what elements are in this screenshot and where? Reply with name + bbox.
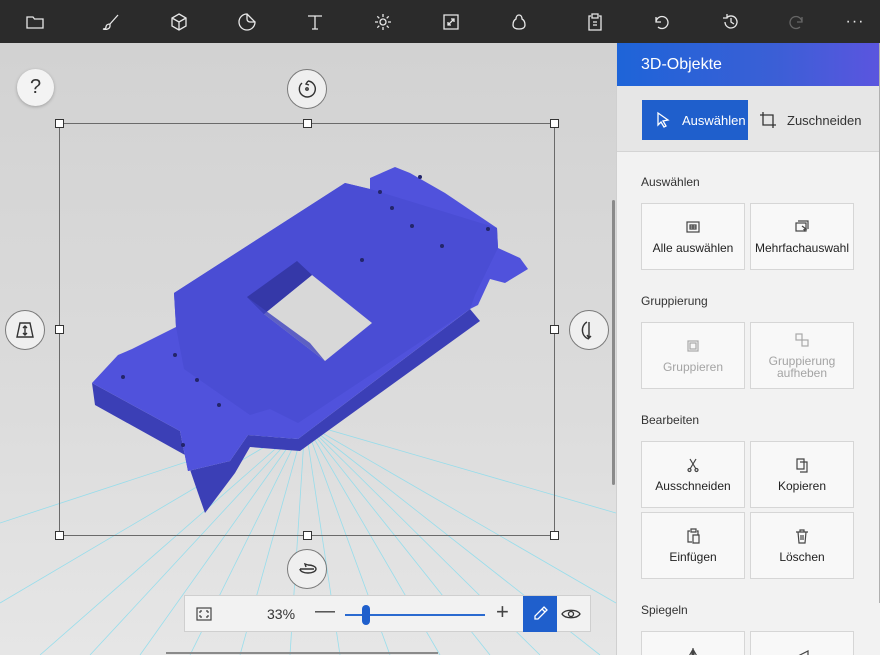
depth-icon [16,322,34,338]
resize-handle-bottom-right[interactable] [550,531,559,540]
fit-to-screen-icon[interactable] [195,605,213,623]
zoom-in-button[interactable]: + [496,599,509,625]
multi-select-icon [795,220,809,232]
section-group-label: Gruppierung [641,294,708,308]
panel-title: 3D-Objekte [617,43,880,86]
trash-icon [796,529,808,544]
crop-mode-button[interactable]: Zuschneiden [757,100,877,140]
rotate-z-handle[interactable] [287,69,327,109]
select-all-button[interactable]: Alle auswählen [641,203,745,270]
right-panel: 3D-Objekte Auswählen Zuschneiden Auswähl… [616,43,880,655]
history-icon[interactable] [709,0,753,43]
section-mirror-label: Spiegeln [641,603,688,617]
mirror-horizontal-icon [689,648,697,655]
sticker-icon[interactable] [225,0,269,43]
view-eye-icon[interactable] [561,605,581,623]
paste-icon[interactable] [573,0,617,43]
more-options-button[interactable]: ··· [833,0,877,43]
resize-handle-right[interactable] [550,325,559,334]
mirror-vertical-button[interactable] [750,631,854,655]
selection-box[interactable] [59,123,555,536]
paste-button[interactable]: Einfügen [641,512,745,579]
resize-handle-bottom-left[interactable] [55,531,64,540]
crop-mode-label: Zuschneiden [787,112,862,128]
rotate-icon [298,80,317,98]
group-icon [687,340,699,352]
resize-handle-top-right[interactable] [550,119,559,128]
redo-icon[interactable] [775,0,819,43]
scissors-icon [687,458,699,473]
cube-icon[interactable] [157,0,201,43]
pen-toggle-button[interactable] [523,596,557,632]
pen-icon [534,606,548,620]
brush-icon[interactable] [89,0,133,43]
folder-icon[interactable] [13,0,57,43]
vertical-scrollbar[interactable] [612,200,615,485]
delete-label: Löschen [779,550,825,564]
top-toolbar: ··· [0,0,880,43]
select-mode-button[interactable]: Auswählen [642,100,748,140]
zoom-percent: 33% [267,606,296,622]
paste-icon [687,528,700,544]
zoom-slider-thumb[interactable] [362,605,370,625]
canvas-icon[interactable] [429,0,473,43]
paste-label: Einfügen [669,550,717,564]
mirror-horizontal-button[interactable] [641,631,745,655]
zoom-bar: 33% — + [184,595,591,632]
resize-handle-top[interactable] [303,119,312,128]
ungroup-icon [795,333,809,347]
resize-handle-top-left[interactable] [55,119,64,128]
mirror-vertical-icon [798,650,809,655]
cursor-icon [657,111,670,128]
undo-icon[interactable] [639,0,683,43]
delete-button[interactable]: Löschen [750,512,854,579]
multi-select-label: Mehrfachauswahl [754,241,850,255]
mode-switcher: Auswählen Zuschneiden [617,86,880,152]
section-select-label: Auswählen [641,175,700,189]
cut-button[interactable]: Ausschneiden [641,441,745,508]
copy-button[interactable]: Kopieren [750,441,854,508]
resize-handle-left[interactable] [55,325,64,334]
copy-label: Kopieren [777,479,827,493]
multi-select-button[interactable]: Mehrfachauswahl [750,203,854,270]
rotate-x-handle[interactable] [287,549,327,589]
rotate-vertical-icon [581,321,592,340]
select-mode-label: Auswählen [682,112,746,128]
section-edit-label: Bearbeiten [641,413,700,427]
resize-handle-bottom[interactable] [303,531,312,540]
horizontal-scrollbar[interactable] [166,652,438,654]
group-label: Gruppieren [662,360,724,374]
canvas-area[interactable]: ? 33% — + [0,43,616,655]
copy-icon [796,458,808,473]
group-button[interactable]: Gruppieren [641,322,745,389]
help-button[interactable]: ? [17,69,54,106]
cut-label: Ausschneiden [655,479,731,493]
depth-handle[interactable] [5,310,45,350]
ungroup-button[interactable]: Gruppierung aufheben [750,322,854,389]
3d-library-icon[interactable] [497,0,541,43]
select-all-label: Alle auswählen [652,241,734,255]
text-icon[interactable] [293,0,337,43]
crop-icon [760,112,776,128]
rotate-horizontal-icon [299,562,317,574]
zoom-out-button[interactable]: — [315,600,335,623]
rotate-y-handle[interactable] [569,310,609,350]
select-all-icon [686,221,700,233]
effects-icon[interactable] [361,0,405,43]
ungroup-label: Gruppierung aufheben [768,354,836,380]
